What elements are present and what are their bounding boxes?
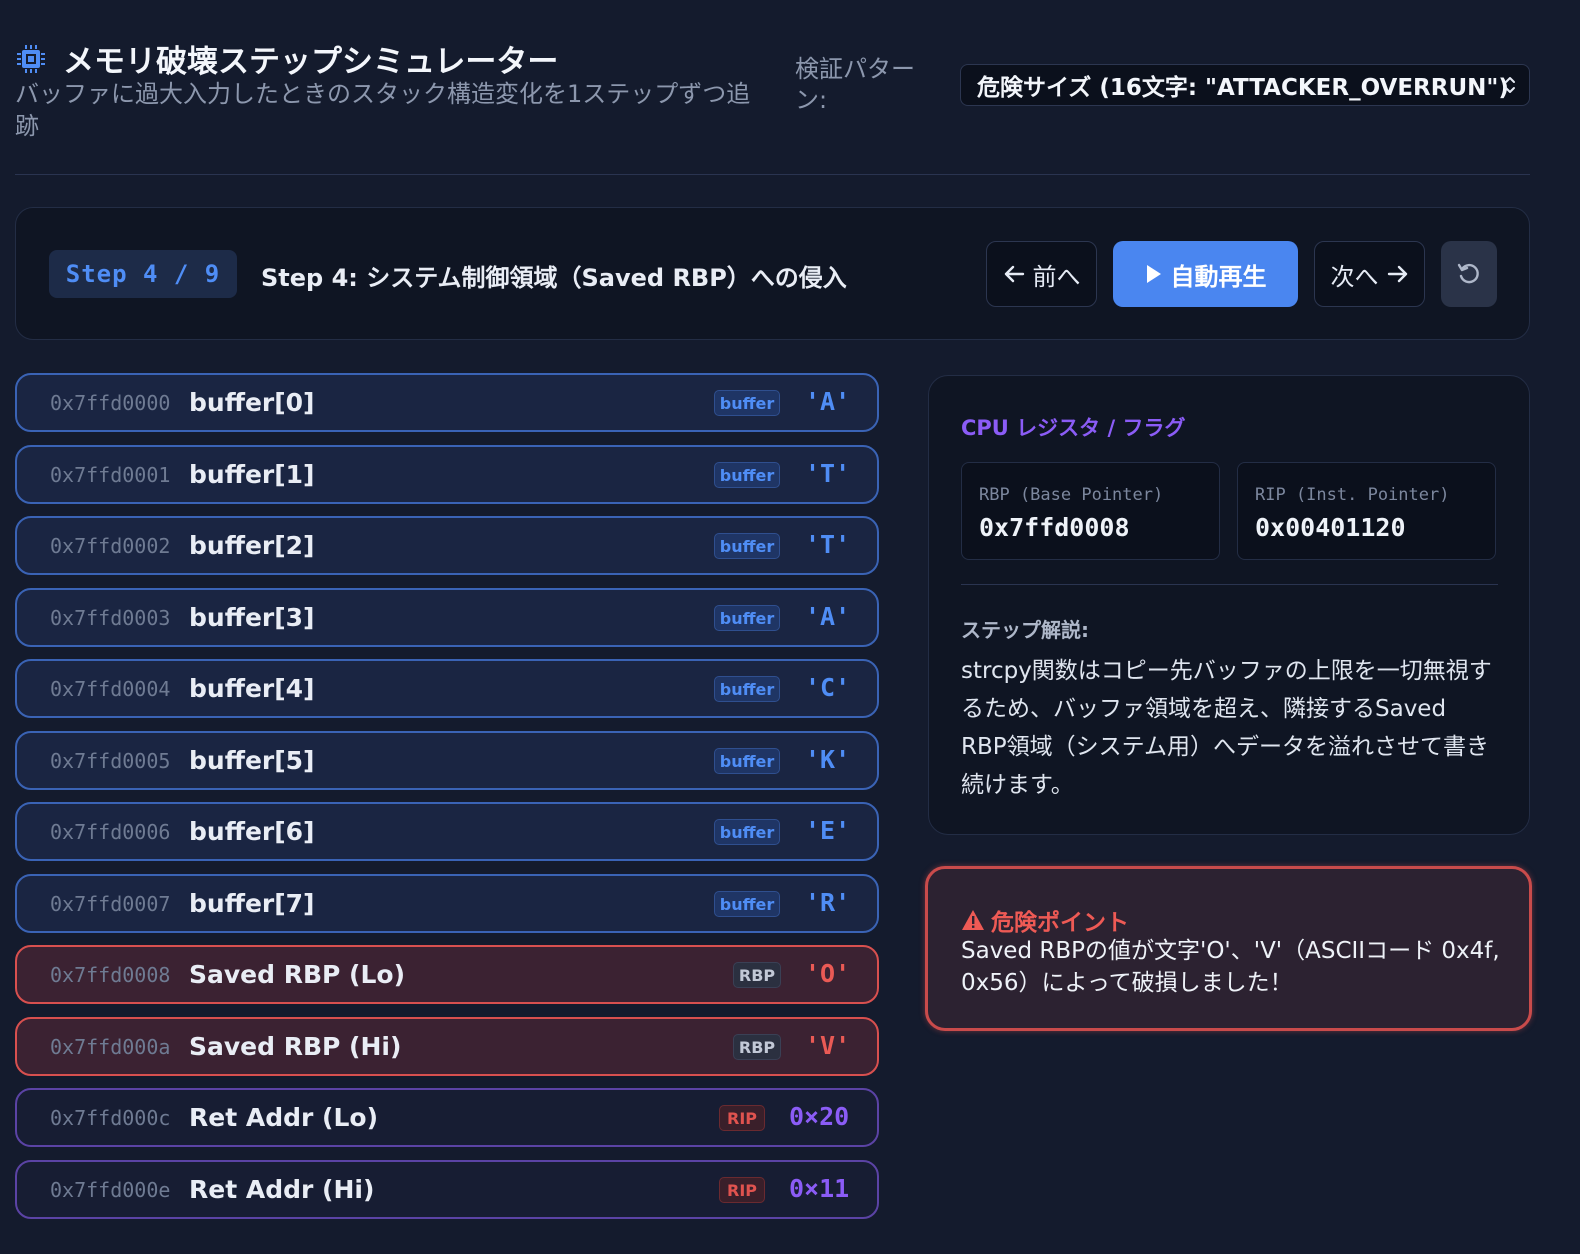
step-explanation-label: ステップ解説: — [961, 618, 1089, 642]
memory-slot-name: buffer[3] — [189, 603, 315, 632]
memory-address: 0x7ffd000c — [50, 1106, 171, 1130]
memory-value: 'E' — [805, 816, 851, 845]
memory-slot-name: Ret Addr (Hi) — [189, 1175, 375, 1204]
memory-value: 'A' — [805, 602, 851, 631]
pattern-select[interactable]: 危険サイズ (16文字: "ATTACKER_OVERRUN") — [960, 64, 1530, 106]
memory-value: 'T' — [805, 459, 851, 488]
memory-row: 0x7ffd000c Ret Addr (Lo) RIP 0×20 — [15, 1088, 879, 1147]
prev-button[interactable]: 前へ — [986, 241, 1097, 307]
register-rbp-value: 0x7ffd0008 — [979, 513, 1130, 542]
memory-address: 0x7ffd0007 — [50, 892, 171, 916]
header: メモリ破壊ステップシミュレーター バッファに過大入力したときのスタック構造変化を… — [15, 30, 1530, 175]
memory-slot-name: buffer[0] — [189, 388, 315, 417]
step-title: Step 4: システム制御領域（Saved RBP）への侵入 — [261, 264, 847, 292]
memory-slot-name: Saved RBP (Lo) — [189, 960, 406, 989]
memory-slot-name: buffer[4] — [189, 674, 315, 703]
memory-row: 0x7ffd0007 buffer[7] buffer 'R' — [15, 874, 879, 933]
memory-row: 0x7ffd0005 buffer[5] buffer 'K' — [15, 731, 879, 790]
select-chevron-icon — [1505, 77, 1515, 93]
memory-region-tag: RIP — [719, 1105, 765, 1131]
danger-alert: 危険ポイント Saved RBPの値が文字'O'、'V'（ASCIIコード 0x… — [925, 866, 1532, 1031]
memory-region-tag: buffer — [714, 533, 780, 559]
memory-value: 'R' — [805, 888, 851, 917]
next-button[interactable]: 次へ — [1314, 241, 1425, 307]
chip-icon — [17, 44, 45, 73]
pattern-select-value: 危険サイズ (16文字: "ATTACKER_OVERRUN") — [977, 75, 1509, 101]
memory-slot-name: buffer[2] — [189, 531, 315, 560]
memory-address: 0x7ffd0003 — [50, 606, 171, 630]
memory-address: 0x7ffd0000 — [50, 391, 171, 415]
memory-region-tag: RBP — [733, 962, 781, 988]
autoplay-button[interactable]: 自動再生 — [1113, 241, 1298, 307]
memory-region-tag: RIP — [719, 1177, 765, 1203]
memory-slot-name: buffer[1] — [189, 460, 315, 489]
memory-value: 'C' — [805, 673, 851, 702]
step-controls: Step 4 / 9 Step 4: システム制御領域（Saved RBP）への… — [15, 207, 1530, 340]
memory-row: 0x7ffd0008 Saved RBP (Lo) RBP 'O' — [15, 945, 879, 1004]
memory-row: 0x7ffd0003 buffer[3] buffer 'A' — [15, 588, 879, 647]
register-rip-value: 0x00401120 — [1255, 513, 1406, 542]
memory-slot-name: buffer[6] — [189, 817, 315, 846]
next-button-label: 次へ — [1330, 262, 1379, 291]
register-rip-label: RIP (Inst. Pointer) — [1255, 485, 1450, 505]
danger-alert-text: Saved RBPの値が文字'O'、'V'（ASCIIコード 0x4f, 0x5… — [961, 938, 1500, 996]
danger-alert-title: 危険ポイント — [961, 903, 1129, 937]
memory-row: 0x7ffd0002 buffer[2] buffer 'T' — [15, 516, 879, 575]
memory-value: 0×11 — [789, 1174, 850, 1203]
register-rbp: RBP (Base Pointer) 0x7ffd0008 — [961, 462, 1220, 560]
register-rip: RIP (Inst. Pointer) 0x00401120 — [1237, 462, 1496, 560]
memory-row: 0x7ffd0006 buffer[6] buffer 'E' — [15, 802, 879, 861]
memory-address: 0x7ffd0008 — [50, 963, 171, 987]
pattern-label: 検証パターン: — [795, 55, 915, 114]
divider — [961, 584, 1498, 585]
memory-region-tag: buffer — [714, 748, 780, 774]
memory-region-tag: buffer — [714, 605, 780, 631]
memory-region-tag: buffer — [714, 462, 780, 488]
cpu-panel-title: CPU レジスタ / フラグ — [961, 416, 1186, 440]
arrow-left-icon — [1004, 265, 1024, 283]
reset-icon — [1457, 263, 1479, 284]
memory-value: 'O' — [805, 959, 851, 988]
memory-region-tag: buffer — [714, 891, 780, 917]
memory-row: 0x7ffd0004 buffer[4] buffer 'C' — [15, 659, 879, 718]
warning-icon — [962, 910, 984, 930]
danger-alert-title-text: 危険ポイント — [991, 910, 1129, 936]
arrow-right-icon — [1387, 265, 1407, 283]
page-subtitle: バッファに過大入力したときのスタック構造変化を1ステップずつ追跡 — [15, 80, 751, 140]
memory-slot-name: Saved RBP (Hi) — [189, 1032, 402, 1061]
memory-address: 0x7ffd0004 — [50, 677, 171, 701]
memory-region-tag: buffer — [714, 819, 780, 845]
memory-address: 0x7ffd0001 — [50, 463, 171, 487]
step-explanation-text: strcpy関数はコピー先バッファの上限を一切無視するため、バッファ領域を超え、… — [961, 658, 1492, 798]
memory-slot-name: buffer[5] — [189, 746, 315, 775]
memory-region-tag: buffer — [714, 390, 780, 416]
memory-row: 0x7ffd0001 buffer[1] buffer 'T' — [15, 445, 879, 504]
memory-address: 0x7ffd0006 — [50, 820, 171, 844]
memory-slot-name: buffer[7] — [189, 889, 315, 918]
autoplay-button-label: 自動再生 — [1170, 262, 1267, 291]
memory-slot-name: Ret Addr (Lo) — [189, 1103, 378, 1132]
memory-value: 'T' — [805, 530, 851, 559]
memory-value: 'V' — [805, 1031, 851, 1060]
register-rbp-label: RBP (Base Pointer) — [979, 485, 1164, 505]
memory-region-tag: RBP — [733, 1034, 781, 1060]
step-badge: Step 4 / 9 — [49, 250, 237, 298]
play-icon — [1146, 265, 1161, 283]
memory-row: 0x7ffd000a Saved RBP (Hi) RBP 'V' — [15, 1017, 879, 1076]
reset-button[interactable] — [1441, 241, 1497, 307]
memory-value: 'K' — [805, 745, 851, 774]
prev-button-label: 前へ — [1032, 262, 1081, 291]
memory-row: 0x7ffd0000 buffer[0] buffer 'A' — [15, 373, 879, 432]
memory-address: 0x7ffd000a — [50, 1035, 171, 1059]
cpu-panel: CPU レジスタ / フラグ RBP (Base Pointer) 0x7ffd… — [928, 375, 1530, 835]
memory-address: 0x7ffd000e — [50, 1178, 171, 1202]
memory-value: 'A' — [805, 387, 851, 416]
memory-region-tag: buffer — [714, 676, 780, 702]
memory-value: 0×20 — [789, 1102, 850, 1131]
memory-address: 0x7ffd0005 — [50, 749, 171, 773]
page-title: メモリ破壊ステップシミュレーター — [63, 44, 559, 80]
memory-row: 0x7ffd000e Ret Addr (Hi) RIP 0×11 — [15, 1160, 879, 1219]
title-row: メモリ破壊ステップシミュレーター — [15, 36, 558, 81]
memory-address: 0x7ffd0002 — [50, 534, 171, 558]
